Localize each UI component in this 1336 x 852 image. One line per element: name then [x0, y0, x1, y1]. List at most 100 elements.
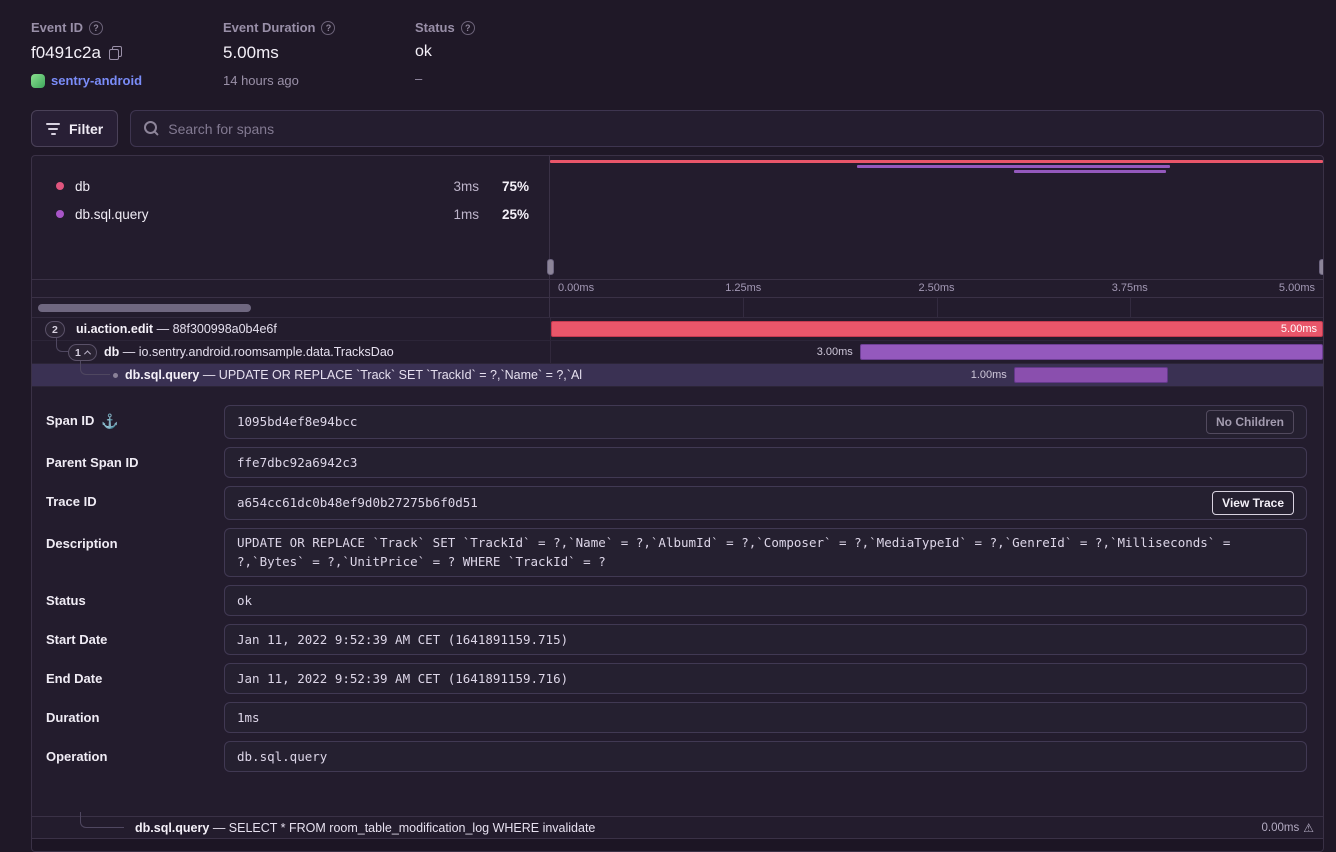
- span-children-badge[interactable]: 2: [45, 321, 65, 338]
- badge-count: 1: [75, 347, 81, 359]
- separator: —: [123, 345, 136, 359]
- status-sub: –: [415, 71, 422, 86]
- time-ruler: 0.00ms 1.25ms 2.50ms 3.75ms 5.00ms: [550, 280, 1323, 297]
- search-input[interactable]: [168, 121, 1310, 137]
- span-row-title: db — io.sentry.android.roomsample.data.T…: [104, 345, 394, 359]
- tree-connector: [80, 812, 124, 828]
- event-duration-label-row: Event Duration ?: [223, 20, 415, 35]
- separator: —: [157, 322, 170, 336]
- tick-label: 0.00ms: [558, 282, 594, 294]
- detail-value: a654cc61dc0b48ef9d0b27275b6f0d51: [237, 493, 1202, 512]
- tree-connector: [80, 360, 110, 375]
- project-row: sentry-android: [31, 73, 223, 88]
- detail-value-box: 1ms: [224, 702, 1307, 733]
- span-children-badge[interactable]: 1: [68, 344, 97, 361]
- detail-label: Duration: [46, 710, 99, 725]
- tree-connector: [56, 337, 68, 352]
- span-bar-area: 5.00ms: [550, 318, 1323, 340]
- tick-label: 2.50ms: [918, 282, 954, 294]
- detail-label: Trace ID: [46, 494, 97, 509]
- span-description: io.sentry.android.roomsample.data.Tracks…: [139, 345, 394, 359]
- time-ruler-row: 0.00ms 1.25ms 2.50ms 3.75ms 5.00ms: [32, 280, 1323, 298]
- detail-value-box: db.sql.query: [224, 741, 1307, 772]
- ruler-spacer: [32, 280, 550, 297]
- bottom-scroll-strip[interactable]: [32, 839, 1323, 851]
- no-children-button[interactable]: No Children: [1206, 410, 1294, 434]
- view-trace-button[interactable]: View Trace: [1212, 491, 1294, 515]
- detail-value: ffe7dbc92a6942c3: [237, 453, 1294, 472]
- op-duration: 1ms: [419, 207, 479, 222]
- span-duration-label: 3.00ms: [817, 346, 853, 358]
- trace-panel: db 3ms 75% db.sql.query 1ms 25%: [31, 155, 1324, 852]
- event-header: Event ID ? f0491c2a sentry-android Event…: [0, 0, 1336, 102]
- minimap-left-handle[interactable]: [547, 259, 554, 275]
- span-bar-area: 3.00ms: [550, 341, 1323, 363]
- legend-row-db[interactable]: db 3ms 75%: [32, 172, 549, 200]
- span-row-title: db.sql.query — UPDATE OR REPLACE `Track`…: [125, 368, 582, 382]
- anchor-icon[interactable]: ⚓: [101, 413, 118, 429]
- span-duration-label: 1.00ms: [971, 369, 1007, 381]
- help-icon[interactable]: ?: [89, 21, 103, 35]
- span-bar[interactable]: [860, 344, 1323, 360]
- op-color-dot: [56, 182, 64, 190]
- span-description: UPDATE OR REPLACE `Track` SET `TrackId` …: [219, 368, 582, 382]
- event-duration-value: 5.00ms: [223, 43, 279, 63]
- warning-icon: ⚠: [1303, 821, 1314, 835]
- filter-button[interactable]: Filter: [31, 110, 118, 147]
- span-search: [130, 110, 1324, 147]
- status-value: ok: [415, 43, 432, 61]
- status-column: Status ? ok –: [415, 20, 607, 88]
- span-bar[interactable]: [1014, 367, 1169, 383]
- detail-value: Jan 11, 2022 9:52:39 AM CET (1641891159.…: [237, 669, 1294, 688]
- minimap-bar-transaction: [550, 160, 1323, 163]
- separator: —: [213, 821, 226, 835]
- project-icon: [31, 74, 45, 88]
- trace-minimap[interactable]: [550, 156, 1323, 279]
- span-row-db[interactable]: 1 db — io.sentry.android.roomsample.data…: [32, 341, 1323, 364]
- search-icon: [144, 121, 159, 136]
- separator: —: [203, 368, 216, 382]
- detail-label: Span ID: [46, 413, 94, 428]
- span-bar[interactable]: 5.00ms: [551, 321, 1323, 337]
- sentry-event-page: Event ID ? f0491c2a sentry-android Event…: [0, 0, 1336, 852]
- detail-row-start-date: Start Date Jan 11, 2022 9:52:39 AM CET (…: [46, 624, 1307, 655]
- span-details-panel: Span ID ⚓ 1095bd4ef8e94bcc No Children P…: [32, 387, 1323, 816]
- detail-value-box: Jan 11, 2022 9:52:39 AM CET (1641891159.…: [224, 624, 1307, 655]
- filter-button-label: Filter: [69, 121, 103, 137]
- tree-scrollbar-track[interactable]: [32, 298, 550, 317]
- gridline: [743, 298, 744, 317]
- legend-row-db-sql-query[interactable]: db.sql.query 1ms 25%: [32, 200, 549, 228]
- detail-row-duration: Duration 1ms: [46, 702, 1307, 733]
- detail-label: Start Date: [46, 632, 107, 647]
- detail-value-box: a654cc61dc0b48ef9d0b27275b6f0d51 View Tr…: [224, 486, 1307, 520]
- span-description: 88f300998a0b4e6f: [173, 322, 277, 336]
- detail-row-span-id: Span ID ⚓ 1095bd4ef8e94bcc No Children: [46, 405, 1307, 439]
- event-duration-ago: 14 hours ago: [223, 73, 299, 88]
- span-op: db.sql.query: [125, 368, 199, 382]
- detail-label: Description: [46, 536, 118, 551]
- copy-icon[interactable]: [109, 46, 121, 60]
- project-link[interactable]: sentry-android: [51, 73, 142, 88]
- detail-label: Operation: [46, 749, 107, 764]
- op-percent: 75%: [479, 179, 529, 194]
- detail-row-operation: Operation db.sql.query: [46, 741, 1307, 772]
- operations-legend: db 3ms 75% db.sql.query 1ms 25%: [32, 156, 550, 279]
- tree-scrollbar-thumb[interactable]: [38, 304, 251, 312]
- detail-row-end-date: End Date Jan 11, 2022 9:52:39 AM CET (16…: [46, 663, 1307, 694]
- span-row-db-sql-query-select[interactable]: db.sql.query — SELECT * FROM room_table_…: [32, 816, 1323, 839]
- span-row-db-sql-query-selected[interactable]: db.sql.query — UPDATE OR REPLACE `Track`…: [32, 364, 1323, 387]
- detail-value-box: ok: [224, 585, 1307, 616]
- event-id-label: Event ID: [31, 20, 83, 35]
- span-duration-label: 5.00ms: [1281, 323, 1317, 335]
- span-op: db.sql.query: [135, 821, 209, 835]
- spans-toolbar: Filter: [31, 110, 1324, 147]
- span-row-transaction[interactable]: 2 ui.action.edit — 88f300998a0b4e6f 5.00…: [32, 318, 1323, 341]
- help-icon[interactable]: ?: [321, 21, 335, 35]
- help-icon[interactable]: ?: [461, 21, 475, 35]
- gridline: [1130, 298, 1131, 317]
- timeline-grid-header: [550, 298, 1323, 317]
- span-row-title: ui.action.edit — 88f300998a0b4e6f: [76, 322, 277, 336]
- minimap-right-handle[interactable]: [1319, 259, 1324, 275]
- detail-value-box: 1095bd4ef8e94bcc No Children: [224, 405, 1307, 439]
- op-name: db.sql.query: [75, 207, 419, 222]
